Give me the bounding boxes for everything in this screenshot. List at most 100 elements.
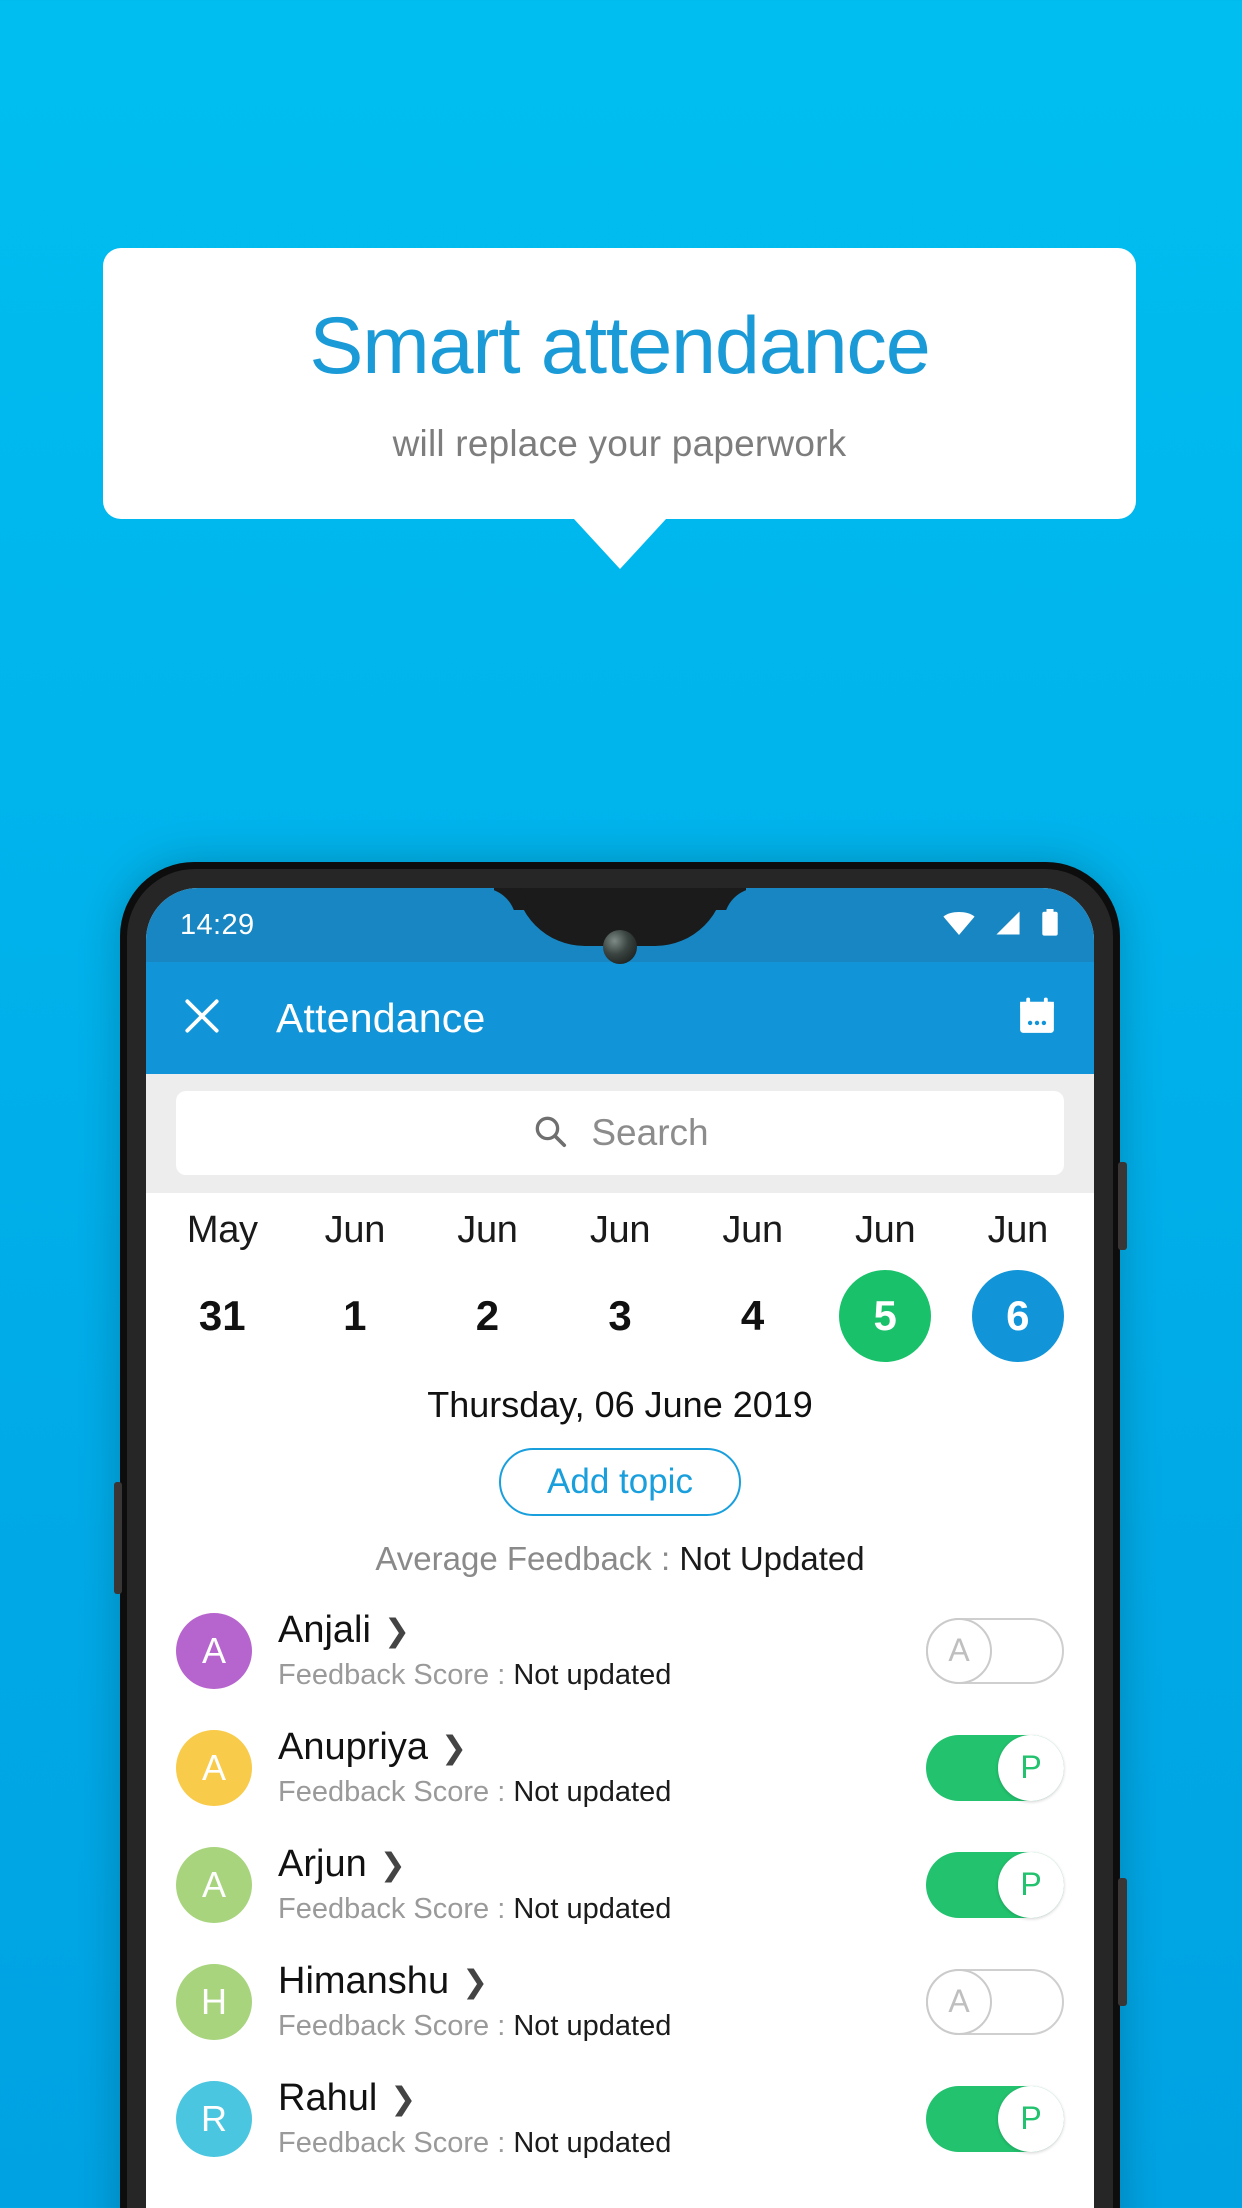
attendance-toggle-knob: A <box>926 1617 992 1684</box>
date-month: Jun <box>987 1209 1049 1251</box>
power-button[interactable] <box>1118 1162 1127 1250</box>
date-number-circle: 2 <box>441 1270 533 1362</box>
date-number: 31 <box>198 1292 246 1339</box>
promo-card: Smart attendance will replace your paper… <box>103 248 1136 520</box>
list-item[interactable]: A Anupriya ❯ Feedback Score : Not update… <box>146 1709 1094 1826</box>
date-month: Jun <box>854 1209 916 1251</box>
status-bar: 14:29 <box>146 888 1094 964</box>
attendance-toggle-knob: P <box>998 1734 1064 1801</box>
attendance-toggle-knob: P <box>998 1851 1064 1918</box>
student-name: Arjun <box>278 1843 367 1885</box>
date-month: Jun <box>589 1209 651 1251</box>
date-cell[interactable]: Jun 2 <box>421 1209 554 1362</box>
phone-mockup: 14:29 Attendance Search May 31 Jun 1 Jun… <box>114 862 1127 2208</box>
day-heading: Thursday, 06 June 2019 <box>427 1384 813 1425</box>
add-topic-row: Add topic <box>146 1448 1094 1516</box>
calendar-icon[interactable] <box>1014 993 1060 1044</box>
attendance-toggle[interactable]: A <box>926 1968 1064 2035</box>
avatar: R <box>176 2080 252 2157</box>
date-cell[interactable]: Jun 3 <box>554 1209 687 1362</box>
app-bar: Attendance <box>146 962 1094 1074</box>
attendance-toggle-knob: A <box>926 1968 992 2035</box>
signal-icon <box>993 910 1023 941</box>
search-placeholder: Search <box>591 1112 709 1153</box>
status-icons <box>942 908 1060 942</box>
date-cell[interactable]: Jun 4 <box>686 1209 819 1362</box>
date-number: 3 <box>608 1292 632 1339</box>
student-name-line: Arjun ❯ <box>278 1843 926 1886</box>
attendance-toggle-knob: P <box>998 2085 1064 2152</box>
phone-screen: 14:29 Attendance Search May 31 Jun 1 Jun… <box>146 888 1094 2208</box>
student-info: Anjali ❯ Feedback Score : Not updated <box>278 1609 926 1692</box>
attendance-toggle[interactable]: A <box>926 1617 1064 1684</box>
feedback-score-label: Feedback Score : <box>278 2010 514 2042</box>
promo-subtitle: will replace your paperwork <box>392 423 847 465</box>
status-time: 14:29 <box>180 908 255 941</box>
feedback-score-value: Not updated <box>513 1893 672 1925</box>
student-list: A Anjali ❯ Feedback Score : Not updated … <box>146 1592 1094 2177</box>
search-icon <box>531 1112 569 1155</box>
date-month: May <box>186 1209 258 1251</box>
promo-bubble: Smart attendance will replace your paper… <box>103 248 1136 570</box>
date-number: 1 <box>343 1292 367 1339</box>
feedback-score-label: Feedback Score : <box>278 1776 514 1808</box>
list-item[interactable]: R Rahul ❯ Feedback Score : Not updated P <box>146 2060 1094 2177</box>
volume-button[interactable] <box>1118 1878 1127 2006</box>
feedback-score-value: Not updated <box>513 1659 672 1691</box>
student-name-line: Anjali ❯ <box>278 1609 926 1652</box>
search-zone: Search <box>146 1074 1094 1193</box>
date-cell[interactable]: May 31 <box>156 1209 289 1362</box>
date-number-circle: 6 <box>971 1270 1064 1362</box>
list-item[interactable]: H Himanshu ❯ Feedback Score : Not update… <box>146 1943 1094 2060</box>
feedback-score: Feedback Score : Not updated <box>278 1776 926 1809</box>
date-cell-today[interactable]: Jun 5 <box>819 1209 952 1362</box>
feedback-score: Feedback Score : Not updated <box>278 1659 926 1692</box>
average-feedback: Average Feedback : Not Updated <box>146 1540 1094 1578</box>
student-name: Anupriya <box>278 1726 428 1768</box>
student-name: Himanshu <box>278 1960 450 2002</box>
avatar: A <box>176 1612 252 1689</box>
feedback-score: Feedback Score : Not updated <box>278 2010 926 2043</box>
student-name-line: Rahul ❯ <box>278 2077 926 2120</box>
date-number: 6 <box>1006 1292 1030 1339</box>
chevron-right-icon[interactable]: ❯ <box>441 1732 467 1763</box>
date-number: 5 <box>873 1292 897 1339</box>
attendance-toggle[interactable]: P <box>926 1851 1064 1918</box>
feedback-score: Feedback Score : Not updated <box>278 1893 926 1926</box>
list-item[interactable]: A Arjun ❯ Feedback Score : Not updated P <box>146 1826 1094 1943</box>
search-input[interactable]: Search <box>176 1091 1064 1175</box>
avatar: A <box>176 1729 252 1806</box>
wifi-icon <box>942 910 976 941</box>
student-info: Arjun ❯ Feedback Score : Not updated <box>278 1843 926 1926</box>
date-number-circle: 31 <box>176 1270 268 1362</box>
feedback-score-label: Feedback Score : <box>278 2127 514 2159</box>
date-number-circle: 4 <box>707 1270 799 1362</box>
chevron-right-icon[interactable]: ❯ <box>380 1849 406 1880</box>
student-info: Anupriya ❯ Feedback Score : Not updated <box>278 1726 926 1809</box>
date-number: 2 <box>475 1292 500 1339</box>
feedback-score-value: Not updated <box>513 1776 672 1808</box>
attendance-toggle[interactable]: P <box>926 2085 1064 2152</box>
chevron-right-icon[interactable]: ❯ <box>390 2083 416 2114</box>
date-number-circle: 3 <box>574 1270 666 1362</box>
list-item[interactable]: A Anjali ❯ Feedback Score : Not updated … <box>146 1592 1094 1709</box>
student-info: Rahul ❯ Feedback Score : Not updated <box>278 2077 926 2160</box>
front-camera-icon <box>603 930 637 964</box>
date-cell-selected[interactable]: Jun 6 <box>951 1209 1084 1362</box>
left-side-button[interactable] <box>114 1482 122 1594</box>
chevron-right-icon[interactable]: ❯ <box>384 1615 410 1646</box>
close-icon[interactable] <box>180 994 224 1043</box>
student-name: Rahul <box>278 2077 378 2119</box>
date-month: Jun <box>722 1209 783 1251</box>
avatar: A <box>176 1846 252 1923</box>
date-number-circle: 5 <box>839 1270 932 1362</box>
chevron-right-icon[interactable]: ❯ <box>462 1966 488 1997</box>
feedback-score-label: Feedback Score : <box>278 1659 514 1691</box>
feedback-score: Feedback Score : Not updated <box>278 2127 926 2160</box>
promo-title: Smart attendance <box>309 301 930 391</box>
avatar: H <box>176 1963 252 2040</box>
add-topic-button[interactable]: Add topic <box>499 1448 741 1516</box>
date-number: 4 <box>740 1292 765 1339</box>
attendance-toggle[interactable]: P <box>926 1734 1064 1801</box>
date-cell[interactable]: Jun 1 <box>289 1209 422 1362</box>
